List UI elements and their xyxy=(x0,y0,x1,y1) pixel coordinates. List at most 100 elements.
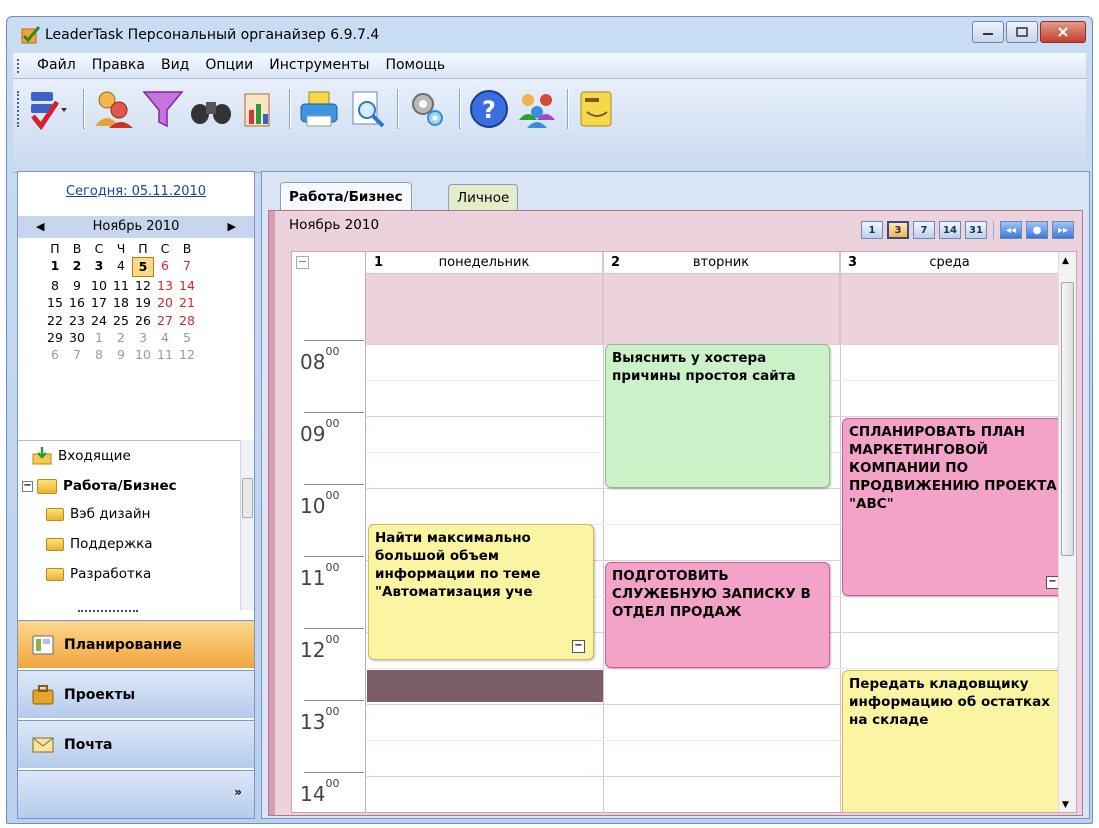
tree-item-webdesign[interactable]: Вэб дизайн xyxy=(46,501,150,527)
binoculars-icon[interactable] xyxy=(189,88,233,130)
view-3-day-button[interactable]: 3 xyxy=(887,221,909,239)
next-month-icon[interactable]: ▶ xyxy=(228,220,236,233)
calendar-day[interactable]: 18 xyxy=(110,294,132,311)
report-icon[interactable] xyxy=(237,88,281,130)
next-period-icon[interactable]: ▸▸ xyxy=(1052,221,1074,239)
calendar-day[interactable]: 28 xyxy=(176,312,198,329)
menu-grip-icon[interactable] xyxy=(17,59,19,73)
tab-personal[interactable]: Личное xyxy=(448,184,519,210)
calendar-day[interactable]: 8 xyxy=(88,346,110,363)
toolbar-grip-icon[interactable] xyxy=(17,91,19,127)
print-icon[interactable] xyxy=(297,88,341,130)
tree-item-support[interactable]: Поддержка xyxy=(46,531,153,557)
collapse-event-icon[interactable]: − xyxy=(572,640,585,653)
allday-cell[interactable] xyxy=(840,274,1060,344)
calendar-day[interactable]: 1 xyxy=(88,329,110,346)
menu-view[interactable]: Вид xyxy=(153,57,197,73)
day-header-monday[interactable]: 1 понедельник xyxy=(366,252,603,274)
prev-period-icon[interactable]: ◂◂ xyxy=(1000,221,1022,239)
calendar-day[interactable]: 14 xyxy=(176,277,198,294)
minimize-button[interactable] xyxy=(972,21,1004,43)
calendar-day[interactable]: 25 xyxy=(110,312,132,329)
calendar-day[interactable]: 12 xyxy=(176,346,198,363)
maximize-button[interactable] xyxy=(1006,21,1038,43)
calendar-day[interactable]: 12 xyxy=(132,277,154,294)
new-task-icon[interactable] xyxy=(27,88,71,130)
calendar-day[interactable]: 11 xyxy=(154,346,176,363)
calendar-day[interactable]: 10 xyxy=(132,346,154,363)
calendar-day[interactable]: 4 xyxy=(154,329,176,346)
event-card[interactable]: СПЛАНИРОВАТЬ ПЛАН МАРКЕТИНГОВОЙ КОМПАНИИ… xyxy=(842,418,1068,596)
menu-file[interactable]: Файл xyxy=(29,57,84,73)
calendar-day[interactable]: 3 xyxy=(132,329,154,346)
calendar-day[interactable]: 24 xyxy=(88,312,110,329)
calendar-day[interactable]: 11 xyxy=(110,277,132,294)
calendar-day[interactable]: 4 xyxy=(110,257,132,276)
menu-help[interactable]: Помощь xyxy=(377,57,453,73)
calendar-day[interactable]: 1 xyxy=(44,257,66,276)
sticker-icon[interactable] xyxy=(575,88,619,130)
scroll-up-icon[interactable]: ▲ xyxy=(1062,256,1069,266)
tree-item-inbox[interactable]: Входящие xyxy=(32,443,131,469)
calendar-day[interactable]: 27 xyxy=(154,312,176,329)
people-icon[interactable] xyxy=(515,88,559,130)
today-link[interactable]: Сегодня: 05.11.2010 xyxy=(18,184,254,199)
event-card[interactable]: Найти максимально большой объем информац… xyxy=(368,524,594,660)
calendar-day[interactable]: 6 xyxy=(44,346,66,363)
view-14-day-button[interactable]: 14 xyxy=(939,221,961,239)
calendar-day[interactable]: 3 xyxy=(88,257,110,276)
calendar-day[interactable]: 22 xyxy=(44,312,66,329)
calendar-day[interactable]: 7 xyxy=(66,346,88,363)
settings-icon[interactable] xyxy=(405,88,449,130)
today-period-icon[interactable]: ● xyxy=(1026,221,1048,239)
calendar-day[interactable]: 8 xyxy=(44,277,66,294)
calendar-day[interactable]: 7 xyxy=(176,257,198,276)
calendar-day[interactable]: 20 xyxy=(154,294,176,311)
tree-item-work[interactable]: − Работа/Бизнес xyxy=(22,473,177,499)
panel-splitter-icon[interactable] xyxy=(78,610,138,614)
calendar-day[interactable]: 9 xyxy=(66,277,88,294)
grid-scrollbar[interactable]: ▲ ▼ xyxy=(1058,252,1076,812)
view-7-day-button[interactable]: 7 xyxy=(913,221,935,239)
event-card[interactable]: Выяснить у хостера причины простоя сайта xyxy=(605,344,830,488)
day-header-wednesday[interactable]: 3 среда xyxy=(840,252,1060,274)
nav-mail-button[interactable]: Почта xyxy=(18,720,254,768)
view-1-day-button[interactable]: 1 xyxy=(861,221,883,239)
collapse-icon[interactable]: − xyxy=(22,480,33,492)
calendar-day[interactable]: 17 xyxy=(88,294,110,311)
busy-time-block[interactable] xyxy=(367,670,603,702)
menu-tools[interactable]: Инструменты xyxy=(261,57,377,73)
scroll-thumb[interactable] xyxy=(242,478,253,518)
nav-more-button[interactable]: » xyxy=(18,770,254,818)
menu-edit[interactable]: Правка xyxy=(84,57,153,73)
help-icon[interactable]: ? xyxy=(467,88,511,130)
calendar-day[interactable]: 15 xyxy=(44,294,66,311)
view-31-day-button[interactable]: 31 xyxy=(965,221,987,239)
calendar-day[interactable]: 2 xyxy=(110,329,132,346)
calendar-day[interactable]: 6 xyxy=(154,257,176,276)
filter-icon[interactable] xyxy=(141,88,185,130)
menu-options[interactable]: Опции xyxy=(197,57,261,73)
calendar-day[interactable]: 23 xyxy=(66,312,88,329)
calendar-day[interactable]: 30 xyxy=(66,329,88,346)
calendar-day[interactable]: 26 xyxy=(132,312,154,329)
preview-icon[interactable] xyxy=(345,88,389,130)
scroll-down-icon[interactable]: ▼ xyxy=(1062,800,1069,810)
tree-item-development[interactable]: Разработка xyxy=(46,561,151,587)
calendar-day[interactable]: 29 xyxy=(44,329,66,346)
scroll-thumb[interactable] xyxy=(1061,282,1074,556)
calendar-day-today[interactable]: 5 xyxy=(132,257,154,277)
allday-cell[interactable] xyxy=(366,274,603,344)
calendar-day[interactable]: 2 xyxy=(66,257,88,276)
event-card[interactable]: Передать кладовщику информацию об остатк… xyxy=(842,670,1068,812)
nav-projects-button[interactable]: Проекты xyxy=(18,670,254,718)
calendar-day[interactable]: 16 xyxy=(66,294,88,311)
calendar-day[interactable]: 19 xyxy=(132,294,154,311)
calendar-day[interactable]: 13 xyxy=(154,277,176,294)
allday-cell[interactable] xyxy=(603,274,840,344)
tab-work[interactable]: Работа/Бизнес xyxy=(280,182,412,210)
tree-scrollbar[interactable] xyxy=(240,440,254,610)
day-header-tuesday[interactable]: 2 вторник xyxy=(603,252,840,274)
calendar-day[interactable]: 10 xyxy=(88,277,110,294)
nav-planning-button[interactable]: Планирование xyxy=(18,620,254,668)
